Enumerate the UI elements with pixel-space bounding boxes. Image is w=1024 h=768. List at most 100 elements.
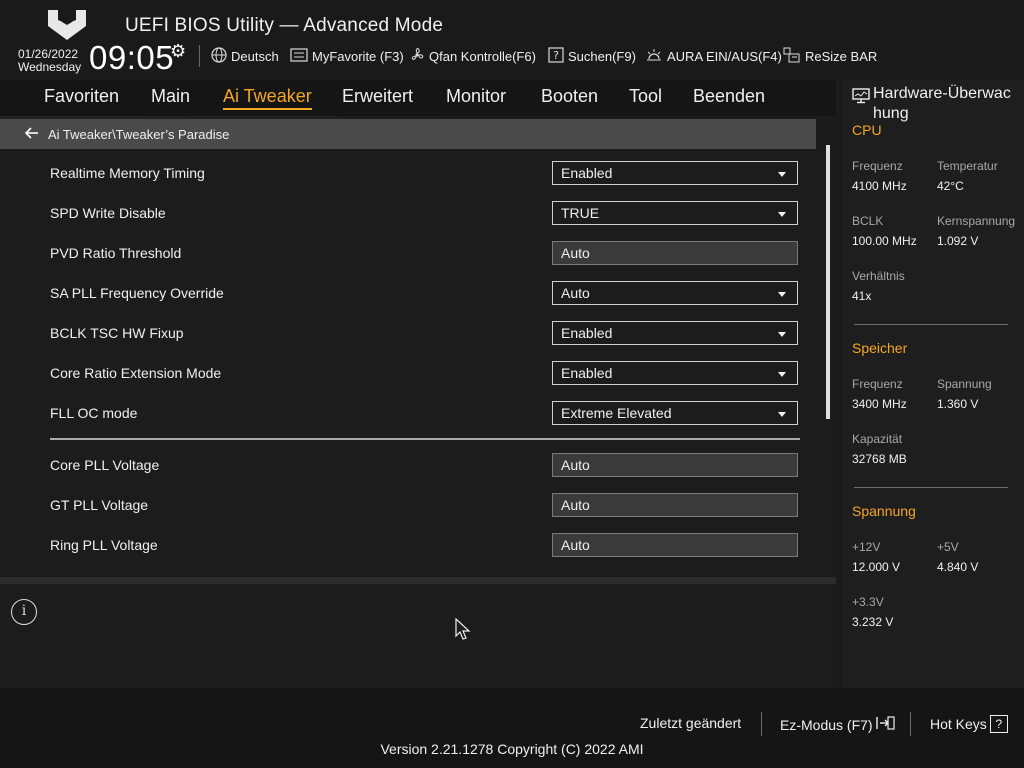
aura-label: AURA EIN/AUS(F4) xyxy=(667,48,782,64)
back-arrow-icon[interactable] xyxy=(24,125,48,144)
cpu-freq-label: Frequenz xyxy=(852,159,903,173)
favorite-icon xyxy=(290,47,308,65)
setting-input[interactable]: Auto xyxy=(552,241,798,265)
dropdown-arrow-icon xyxy=(778,412,786,417)
setting-input[interactable]: Auto xyxy=(552,533,798,557)
qfan-label: Qfan Kontrolle(F6) xyxy=(429,48,536,64)
resize-bar-label: ReSize BAR xyxy=(805,48,878,64)
setting-label: PVD Ratio Threshold xyxy=(50,245,182,261)
setting-dropdown[interactable]: Enabled xyxy=(552,361,798,385)
vcore-value: 1.092 V xyxy=(937,234,979,248)
tab-booten[interactable]: Booten xyxy=(541,86,598,107)
globe-icon xyxy=(211,46,227,66)
setting-value: Auto xyxy=(561,537,590,553)
ez-mode-button[interactable]: Ez-Modus (F7) xyxy=(780,715,896,734)
setting-dropdown[interactable]: Enabled xyxy=(552,161,798,185)
v5-label: +5V xyxy=(937,540,959,554)
hardware-monitor-title-line1: Hardware-Überwac xyxy=(873,85,1011,102)
toolbar-divider xyxy=(199,45,200,67)
footer-divider xyxy=(910,712,911,736)
breadcrumb: Ai Tweaker\Tweaker’s Paradise xyxy=(0,119,816,149)
question-icon: ? xyxy=(548,46,564,66)
setting-row: FLL OC mode Extreme Elevated xyxy=(50,401,800,425)
setting-row: BCLK TSC HW Fixup Enabled xyxy=(50,321,800,345)
setting-label: Realtime Memory Timing xyxy=(50,165,205,181)
mem-volt-value: 1.360 V xyxy=(937,397,979,411)
clock: 09:05 xyxy=(89,39,175,76)
settings-panel: Realtime Memory Timing Enabled SPD Write… xyxy=(0,149,836,577)
v12-value: 12.000 V xyxy=(852,560,901,574)
hot-keys-button[interactable]: Hot Keys ? xyxy=(930,715,1008,733)
top-header: UEFI BIOS Utility — Advanced Mode 01/26/… xyxy=(0,0,1024,80)
hardware-monitor-panel: Hardware-Überwac hung CPU Frequenz Tempe… xyxy=(842,80,1024,688)
app-title: UEFI BIOS Utility — Advanced Mode xyxy=(125,15,444,36)
cpu-temp-label: Temperatur xyxy=(937,159,998,173)
setting-label: Core PLL Voltage xyxy=(50,457,160,473)
setting-label: Ring PLL Voltage xyxy=(50,537,158,553)
last-changed-button[interactable]: Zuletzt geändert xyxy=(640,715,741,731)
cpu-temp-value: 42°C xyxy=(937,179,964,193)
setting-value: Auto xyxy=(561,285,590,301)
vcore-label: Kernspannung xyxy=(937,214,1016,228)
tab-beenden[interactable]: Beenden xyxy=(693,86,765,107)
bclk-label: BCLK xyxy=(852,214,884,228)
setting-row: SPD Write Disable TRUE xyxy=(50,201,800,225)
resize-bar-button[interactable]: ReSize BAR xyxy=(783,47,877,65)
breadcrumb-path: Ai Tweaker\Tweaker’s Paradise xyxy=(48,126,230,142)
dropdown-arrow-icon xyxy=(778,332,786,337)
aura-button[interactable]: AURA EIN/AUS(F4) xyxy=(645,47,782,65)
aura-icon xyxy=(645,47,663,66)
hw-divider xyxy=(854,324,1008,325)
setting-row: PVD Ratio Threshold Auto xyxy=(50,241,800,265)
version-text: Version 2.21.1278 Copyright (C) 2022 AMI xyxy=(380,741,644,757)
qfan-button[interactable]: Qfan Kontrolle(F6) xyxy=(409,47,536,65)
setting-dropdown[interactable]: Extreme Elevated xyxy=(552,401,798,425)
bclk-value: 100.00 MHz xyxy=(852,234,917,248)
tab-tool[interactable]: Tool xyxy=(629,86,662,107)
setting-label: SA PLL Frequency Override xyxy=(50,285,224,301)
setting-value: Enabled xyxy=(561,365,613,381)
section-divider xyxy=(50,438,800,440)
setting-value: TRUE xyxy=(561,205,600,221)
setting-input[interactable]: Auto xyxy=(552,453,798,477)
dropdown-arrow-icon xyxy=(778,172,786,177)
ez-mode-label: Ez-Modus (F7) xyxy=(780,716,873,733)
setting-dropdown[interactable]: Enabled xyxy=(552,321,798,345)
v33-label: +3.3V xyxy=(852,595,884,609)
tab-main[interactable]: Main xyxy=(151,86,190,107)
tab-favoriten[interactable]: Favoriten xyxy=(44,86,119,107)
dropdown-arrow-icon xyxy=(778,372,786,377)
setting-row: SA PLL Frequency Override Auto xyxy=(50,281,800,305)
hw-divider xyxy=(854,487,1008,488)
search-button[interactable]: ? Suchen(F9) xyxy=(548,46,636,66)
language-button[interactable]: Deutsch xyxy=(211,46,279,66)
setting-value: Enabled xyxy=(561,165,613,181)
info-icon: i xyxy=(11,599,37,625)
mem-freq-label: Frequenz xyxy=(852,377,903,391)
hardware-monitor-title-line2: hung xyxy=(873,105,909,122)
setting-value: Auto xyxy=(561,457,590,473)
setting-row: GT PLL Voltage Auto xyxy=(50,493,800,517)
fan-icon xyxy=(409,47,425,66)
weekday-text: Wednesday xyxy=(18,60,82,74)
monitor-icon xyxy=(852,88,870,109)
dropdown-arrow-icon xyxy=(778,292,786,297)
setting-value: Auto xyxy=(561,245,590,261)
voltage-heading: Spannung xyxy=(852,503,916,519)
setting-dropdown[interactable]: TRUE xyxy=(552,201,798,225)
info-divider xyxy=(0,577,836,584)
cpu-heading: CPU xyxy=(852,122,882,138)
tab-erweitert[interactable]: Erweitert xyxy=(342,86,413,107)
myfavorite-button[interactable]: MyFavorite (F3) xyxy=(290,47,404,65)
setting-dropdown[interactable]: Auto xyxy=(552,281,798,305)
scrollbar[interactable] xyxy=(826,145,830,419)
gear-icon[interactable]: ⚙ xyxy=(170,41,186,62)
setting-label: BCLK TSC HW Fixup xyxy=(50,325,184,341)
setting-input[interactable]: Auto xyxy=(552,493,798,517)
mouse-cursor-icon xyxy=(455,618,471,640)
v12-label: +12V xyxy=(852,540,881,554)
tab-monitor[interactable]: Monitor xyxy=(446,86,506,107)
setting-row: Core Ratio Extension Mode Enabled xyxy=(50,361,800,385)
tab-ai-tweaker[interactable]: Ai Tweaker xyxy=(223,86,312,110)
setting-label: SPD Write Disable xyxy=(50,205,166,221)
